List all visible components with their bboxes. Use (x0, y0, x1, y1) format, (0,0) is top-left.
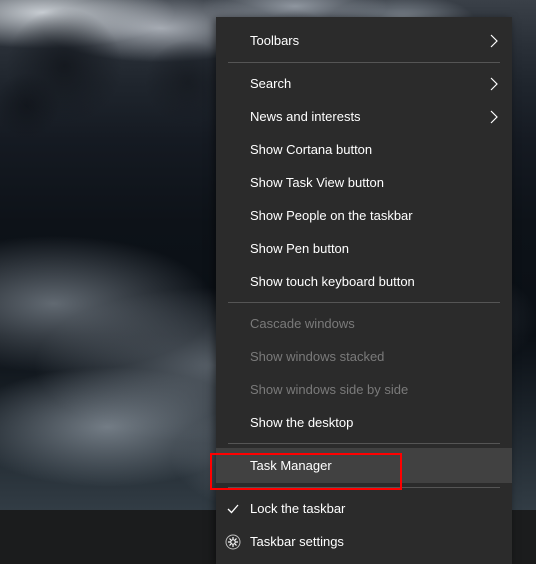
menu-item-news[interactable]: News and interests (216, 100, 512, 133)
menu-label: News and interests (250, 109, 490, 124)
menu-separator (228, 487, 500, 488)
menu-item-taskview[interactable]: Show Task View button (216, 166, 512, 199)
menu-label: Taskbar settings (250, 534, 498, 549)
menu-label: Task Manager (250, 458, 498, 473)
menu-item-toolbars[interactable]: Toolbars (216, 23, 512, 58)
menu-item-search[interactable]: Search (216, 67, 512, 100)
menu-label: Show touch keyboard button (250, 274, 498, 289)
menu-item-touch-keyboard[interactable]: Show touch keyboard button (216, 265, 512, 298)
menu-label: Search (250, 76, 490, 91)
menu-item-sidebyside: Show windows side by side (216, 373, 512, 406)
menu-separator (228, 62, 500, 63)
menu-label: Show the desktop (250, 415, 498, 430)
menu-item-cascade: Cascade windows (216, 307, 512, 340)
chevron-right-icon (490, 110, 498, 124)
menu-label: Show Task View button (250, 175, 498, 190)
chevron-right-icon (490, 34, 498, 48)
menu-label: Show Cortana button (250, 142, 498, 157)
menu-item-task-manager[interactable]: Task Manager (216, 448, 512, 483)
menu-label: Show People on the taskbar (250, 208, 498, 223)
menu-label: Show Pen button (250, 241, 498, 256)
menu-label: Show windows stacked (250, 349, 498, 364)
menu-label: Show windows side by side (250, 382, 498, 397)
menu-item-people[interactable]: Show People on the taskbar (216, 199, 512, 232)
menu-separator (228, 443, 500, 444)
menu-label: Cascade windows (250, 316, 498, 331)
menu-item-taskbar-settings[interactable]: Taskbar settings (216, 525, 512, 558)
menu-label: Toolbars (250, 33, 490, 48)
menu-item-pen[interactable]: Show Pen button (216, 232, 512, 265)
menu-item-cortana[interactable]: Show Cortana button (216, 133, 512, 166)
taskbar-context-menu: Toolbars Search News and interests Show … (216, 17, 512, 564)
menu-item-lock-taskbar[interactable]: Lock the taskbar (216, 492, 512, 525)
menu-label: Lock the taskbar (250, 501, 498, 516)
checkmark-icon (226, 502, 240, 516)
chevron-right-icon (490, 77, 498, 91)
menu-separator (228, 302, 500, 303)
gear-icon (225, 534, 241, 550)
menu-item-show-desktop[interactable]: Show the desktop (216, 406, 512, 439)
menu-item-stacked: Show windows stacked (216, 340, 512, 373)
